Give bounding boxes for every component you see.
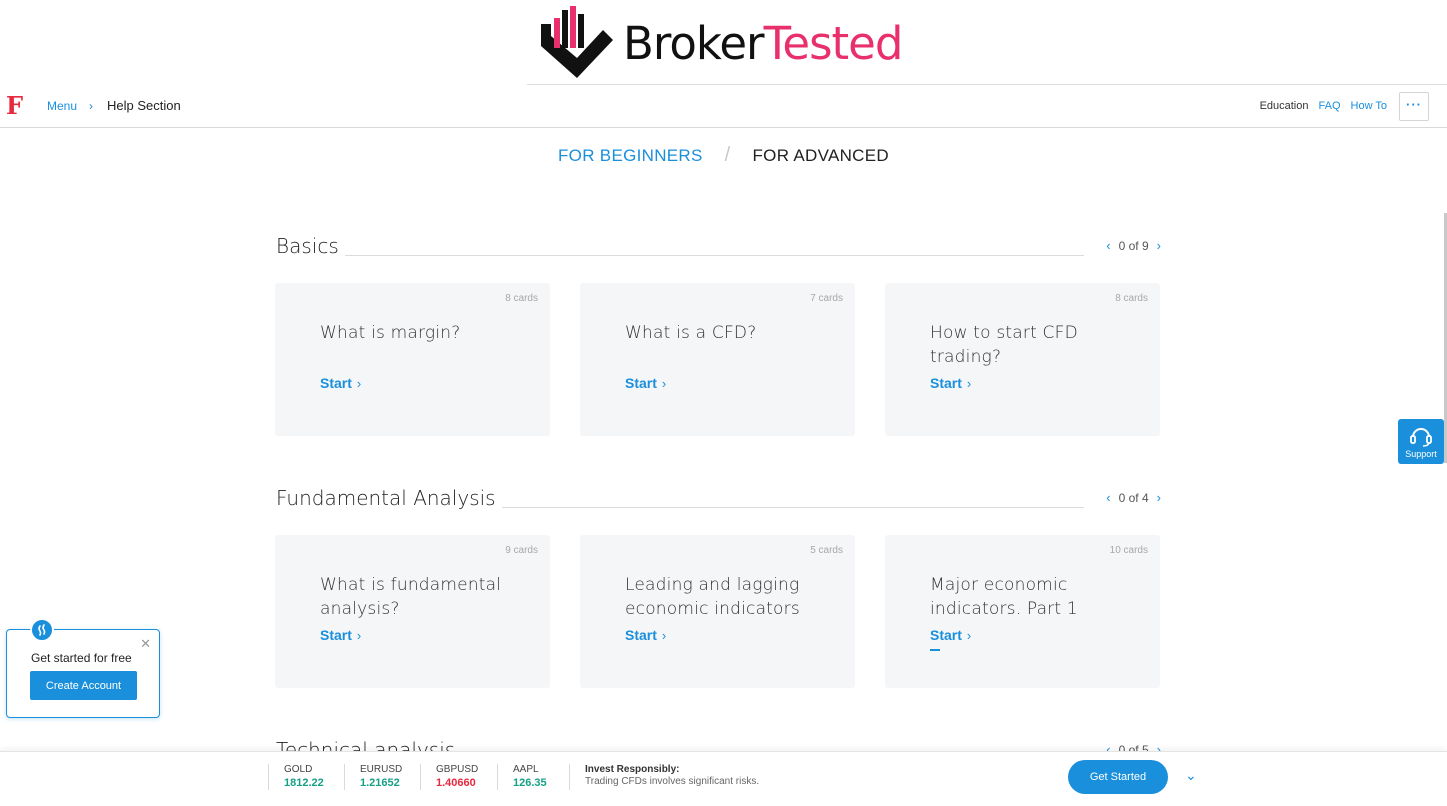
ticker-price: 1.21652 bbox=[360, 777, 400, 789]
focus-underline bbox=[930, 649, 940, 651]
card-title: Leading and lagging economic indicators bbox=[625, 575, 800, 619]
ticker-price: 1.40660 bbox=[436, 777, 476, 789]
chevron-right-icon: › bbox=[661, 375, 667, 391]
course-card[interactable]: 5 cards Leading and lagging economic ind… bbox=[580, 535, 855, 688]
start-button[interactable]: Start › bbox=[930, 375, 971, 391]
brokertested-watermark: BrokerTested bbox=[527, 0, 1447, 85]
card-title: How to start CFD trading? bbox=[930, 323, 1078, 367]
more-menu-button[interactable]: ··· bbox=[1399, 92, 1429, 121]
card-title: Major economic indicators. Part 1 bbox=[930, 575, 1078, 619]
close-icon[interactable]: ✕ bbox=[140, 636, 151, 652]
section-title: Fundamental Analysis bbox=[276, 486, 502, 510]
price-ticker-bar: GOLD 1812.22 EURUSD 1.21652 GBPUSD 1.406… bbox=[0, 751, 1447, 806]
support-button[interactable]: Support bbox=[1398, 419, 1444, 464]
risk-warning-text: Trading CFDs involves significant risks. bbox=[585, 776, 760, 787]
ticker-price: 126.35 bbox=[513, 777, 547, 789]
ticker-symbol: AAPL bbox=[513, 764, 539, 775]
course-card[interactable]: 8 cards What is margin? Start › bbox=[275, 283, 550, 436]
section-title: Basics bbox=[276, 234, 345, 258]
chevron-right-icon: › bbox=[356, 375, 362, 391]
chevron-right-icon: › bbox=[966, 375, 972, 391]
start-button[interactable]: Start › bbox=[625, 375, 666, 391]
section-pager: ‹ 0 of 9 › bbox=[1106, 238, 1161, 253]
pager-count: 0 of 9 bbox=[1118, 238, 1149, 253]
section-basics: Basics ‹ 0 of 9 › 8 cards What is margin… bbox=[275, 234, 1161, 436]
tab-for-advanced[interactable]: FOR ADVANCED bbox=[753, 146, 889, 166]
course-card[interactable]: 7 cards What is a CFD? Start › bbox=[580, 283, 855, 436]
chevron-right-icon[interactable]: › bbox=[1157, 490, 1161, 505]
start-button[interactable]: Start › bbox=[930, 627, 971, 643]
chevron-right-icon: › bbox=[356, 627, 362, 643]
ticker-item[interactable]: GOLD 1812.22 bbox=[268, 764, 324, 790]
card-row: 9 cards What is fundamental analysis? St… bbox=[275, 535, 1160, 688]
pager-count: 0 of 4 bbox=[1118, 490, 1149, 505]
card-count: 10 cards bbox=[1109, 545, 1148, 556]
ticker-symbol: GOLD bbox=[284, 764, 313, 775]
card-title: What is a CFD? bbox=[625, 323, 757, 343]
ticker-symbol: GBPUSD bbox=[436, 764, 479, 775]
card-title: What is fundamental analysis? bbox=[320, 575, 502, 619]
section-pager: ‹ 0 of 4 › bbox=[1106, 490, 1161, 505]
ticker-item[interactable]: EURUSD 1.21652 bbox=[344, 764, 402, 790]
start-button[interactable]: Start › bbox=[320, 375, 361, 391]
course-card[interactable]: 9 cards What is fundamental analysis? St… bbox=[275, 535, 550, 688]
nav-links: Education FAQ How To bbox=[1260, 100, 1387, 112]
tab-for-beginners[interactable]: FOR BEGINNERS bbox=[558, 146, 703, 166]
card-title: What is margin? bbox=[320, 323, 461, 343]
headset-icon bbox=[1410, 427, 1432, 447]
breadcrumb: Menu › Help Section bbox=[47, 98, 181, 113]
nav-link-faq[interactable]: FAQ bbox=[1319, 100, 1341, 112]
risk-warning-title: Invest Responsibly: bbox=[585, 764, 680, 775]
course-card[interactable]: 10 cards Major economic indicators. Part… bbox=[885, 535, 1160, 688]
start-button[interactable]: Start › bbox=[320, 627, 361, 643]
top-navigation: F Menu › Help Section Education FAQ How … bbox=[0, 85, 1447, 128]
start-button[interactable]: Start › bbox=[625, 627, 666, 643]
card-count: 5 cards bbox=[810, 545, 843, 556]
site-logo[interactable]: F bbox=[6, 91, 23, 120]
breadcrumb-menu-link[interactable]: Menu bbox=[47, 99, 77, 113]
popup-text: Get started for free bbox=[31, 651, 132, 665]
flame-icon bbox=[30, 618, 54, 642]
get-started-button[interactable]: Get Started bbox=[1068, 760, 1168, 794]
card-count: 9 cards bbox=[505, 545, 538, 556]
chevron-right-icon: › bbox=[661, 627, 667, 643]
chevron-down-icon[interactable]: ⌄ bbox=[1185, 767, 1197, 784]
brokertested-logo-icon bbox=[541, 6, 613, 78]
support-label: Support bbox=[1405, 448, 1437, 459]
level-tabs: FOR BEGINNERS / FOR ADVANCED bbox=[0, 144, 1447, 167]
chevron-right-icon[interactable]: › bbox=[1157, 238, 1161, 253]
ticker-symbol: EURUSD bbox=[360, 764, 403, 775]
chevron-left-icon[interactable]: ‹ bbox=[1106, 490, 1110, 505]
card-count: 8 cards bbox=[1115, 293, 1148, 304]
card-count: 7 cards bbox=[810, 293, 843, 304]
ticker-item[interactable]: AAPL 126.35 bbox=[497, 764, 547, 790]
risk-warning: Invest Responsibly: Trading CFDs involve… bbox=[569, 764, 759, 790]
tab-divider: / bbox=[724, 144, 731, 166]
chevron-right-icon: › bbox=[89, 98, 94, 113]
breadcrumb-current: Help Section bbox=[107, 98, 181, 113]
card-row: 8 cards What is margin? Start › 7 cards W… bbox=[275, 283, 1160, 436]
create-account-button[interactable]: Create Account bbox=[30, 671, 137, 700]
get-started-popup: ✕ Get started for free Create Account bbox=[6, 618, 160, 718]
section-divider bbox=[339, 255, 1084, 256]
chevron-left-icon[interactable]: ‹ bbox=[1106, 238, 1110, 253]
ticker-price: 1812.22 bbox=[284, 777, 324, 789]
ticker-item[interactable]: GBPUSD 1.40660 bbox=[420, 764, 478, 790]
chevron-right-icon: › bbox=[966, 627, 972, 643]
section-divider bbox=[483, 507, 1084, 508]
nav-link-how-to[interactable]: How To bbox=[1351, 100, 1387, 112]
section-fundamental-analysis: Fundamental Analysis ‹ 0 of 4 › 9 cards … bbox=[275, 486, 1161, 688]
card-count: 8 cards bbox=[505, 293, 538, 304]
nav-link-education[interactable]: Education bbox=[1260, 100, 1309, 112]
brokertested-wordmark: BrokerTested bbox=[623, 16, 903, 70]
course-card[interactable]: 8 cards How to start CFD trading? Start › bbox=[885, 283, 1160, 436]
